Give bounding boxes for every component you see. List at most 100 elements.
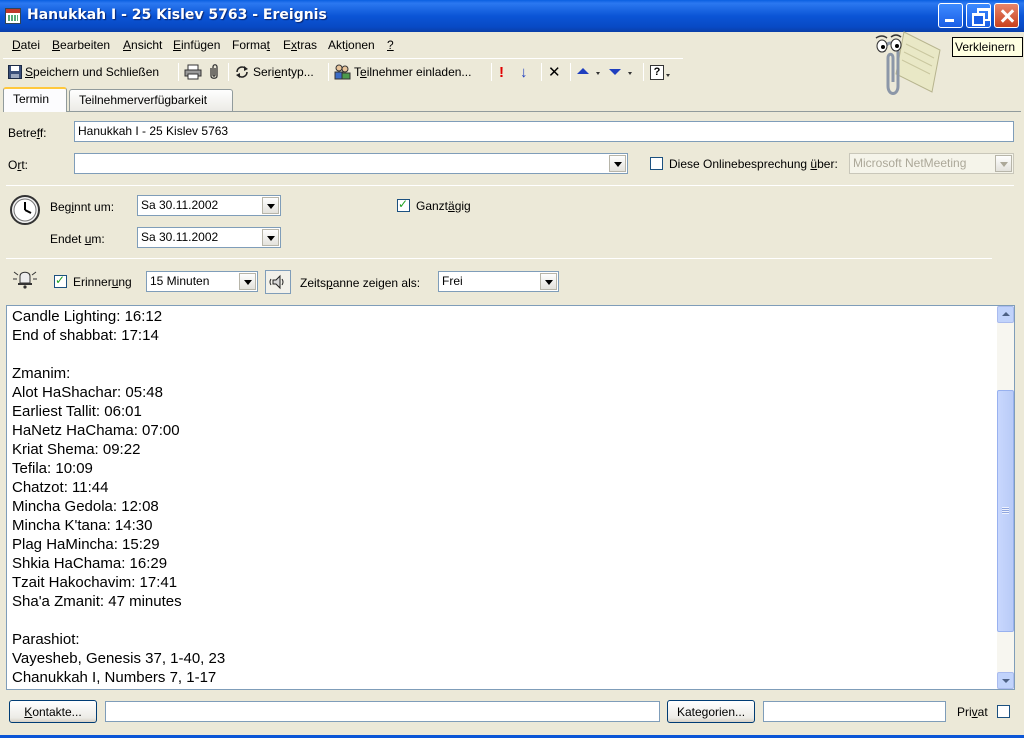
notes-line: Tefila: 10:09 [12,460,93,477]
reminder-sound-button[interactable] [265,270,291,294]
reminder-label: Erinnerung [73,275,132,289]
next-item-button[interactable] [609,62,633,82]
show-time-as-value: Frei [442,274,463,288]
start-date-combobox[interactable]: Sa 30.11.2002 [137,195,281,216]
previous-item-button[interactable] [577,62,601,82]
reminder-checkbox[interactable] [54,273,67,288]
menu-ansicht[interactable]: Ansicht [123,38,162,52]
print-button[interactable] [184,62,202,82]
arrow-down-icon [609,69,632,75]
notes-line: Parashiot: [12,631,80,648]
calendar-icon [5,8,21,24]
save-and-close-button[interactable]: Speichern und Schließen [8,62,159,82]
notes-line: Earliest Tallit: 06:01 [12,403,142,420]
importance-high-icon[interactable]: ! [499,62,504,82]
notes-line: HaNetz HaChama: 07:00 [12,422,180,439]
show-time-as-dropdown-button[interactable] [540,273,557,290]
location-combobox[interactable] [74,153,628,174]
notes-line: Sha'a Zmanit: 47 minutes [12,593,182,610]
notes-textarea[interactable]: Candle Lighting: 16:12 End of shabbat: 17… [6,305,1015,690]
appointment-window: Hanukkah I - 25 Kislev 5763 - Ereignis D… [0,0,1024,738]
notes-scrollbar[interactable] [997,306,1014,689]
help-button[interactable]: ? [650,62,672,82]
reminder-time-dropdown-button[interactable] [239,273,256,290]
online-meeting-value: Microsoft NetMeeting [853,156,967,170]
private-checkbox[interactable] [997,705,1010,718]
contacts-button[interactable]: Kontakte... [9,700,97,723]
divider [6,258,992,259]
tab-termin[interactable]: Termin [3,87,67,112]
standard-toolbar: Speichern und Schließen Serientyp... Tei… [3,58,683,84]
importance-low-icon[interactable]: ↓ [520,62,528,82]
location-dropdown-button[interactable] [609,155,626,172]
clock-icon [10,195,40,225]
categories-button[interactable]: Kategorien... [667,700,755,723]
end-date-value: Sa 30.11.2002 [141,230,219,244]
printer-icon [184,64,202,80]
help-icon: ? [650,64,664,80]
divider [6,185,1014,186]
scroll-down-button[interactable] [997,672,1014,689]
notes-line: Shkia HaChama: 16:29 [12,555,168,572]
recurrence-button[interactable]: Serientyp... [234,62,314,82]
notes-line: Zmanim: [12,365,71,382]
location-label: Ort: [8,158,29,172]
notes-content: Candle Lighting: 16:12 End of shabbat: 17… [12,307,225,687]
menu-help[interactable]: ? [387,38,394,52]
invite-attendees-button[interactable]: Teilnehmer einladen... [333,62,471,82]
menu-format[interactable]: Format [232,38,270,52]
menu-bearbeiten[interactable]: Bearbeiten [52,38,110,52]
menu-datei[interactable]: Datei [12,38,40,52]
restore-button[interactable] [966,3,991,28]
contacts-input[interactable] [105,701,660,722]
delete-icon[interactable]: ✕ [548,62,561,82]
all-day-label: Ganztägig [416,199,471,213]
tab-strip: Termin Teilnehmerverfügbarkeit [3,87,1021,112]
menu-aktionen[interactable]: Aktionen [328,38,375,52]
online-meeting-checkbox[interactable] [650,157,663,170]
show-time-as-combobox[interactable]: Frei [438,271,559,292]
all-day-checkbox[interactable] [397,197,410,212]
reminder-time-combobox[interactable]: 15 Minuten [146,271,258,292]
end-label: Endet um: [50,232,105,246]
chevron-down-icon [666,74,670,77]
toolbar-separator [178,63,179,81]
attendees-icon [334,64,351,80]
toolbar-separator [570,63,571,81]
show-time-as-label: Zeitspanne zeigen als: [300,276,421,290]
categories-input[interactable] [763,701,946,722]
toolbar-separator [491,63,492,81]
scroll-up-button[interactable] [997,306,1014,323]
toolbar-separator [541,63,542,81]
scroll-thumb[interactable] [997,390,1014,632]
arrow-up-icon [577,68,600,75]
speaker-icon [269,274,284,290]
online-meeting-label: Diese Onlinebesprechung über: [669,157,838,171]
notes-line: Tzait Hakochavim: 17:41 [12,574,178,591]
subject-input[interactable]: Hanukkah I - 25 Kislev 5763 [74,121,1014,142]
notes-line [12,345,225,364]
menu-extras[interactable]: Extras [283,38,317,52]
notes-line: Chanukkah I, Numbers 7, 1-17 [12,669,217,686]
notes-line: Mincha K'tana: 14:30 [12,517,153,534]
floppy-disk-icon [8,65,22,79]
tab-teilnehmerverfuegbarkeit[interactable]: Teilnehmerverfügbarkeit [69,89,233,111]
end-date-dropdown-button[interactable] [262,229,279,246]
toolbar-separator [328,63,329,81]
attach-file-button[interactable] [208,62,220,82]
private-label: Privat [957,705,988,719]
notes-line: Plag HaMincha: 15:29 [12,536,160,553]
start-date-dropdown-button[interactable] [262,197,279,214]
menu-einfuegen[interactable]: Einfügen [173,38,220,52]
end-date-combobox[interactable]: Sa 30.11.2002 [137,227,281,248]
online-meeting-dropdown-button[interactable] [995,155,1012,172]
notes-line: Chatzot: 11:44 [12,479,109,496]
paperclip-icon [210,64,218,79]
start-label: Beginnt um: [50,200,115,214]
reminder-bell-icon [13,271,37,289]
online-meeting-select[interactable]: Microsoft NetMeeting [849,153,1014,174]
window-title: Hanukkah I - 25 Kislev 5763 - Ereignis [27,7,327,23]
start-date-value: Sa 30.11.2002 [141,198,219,212]
close-button[interactable] [994,3,1019,28]
notes-line: Kriat Shema: 09:22 [12,441,141,458]
